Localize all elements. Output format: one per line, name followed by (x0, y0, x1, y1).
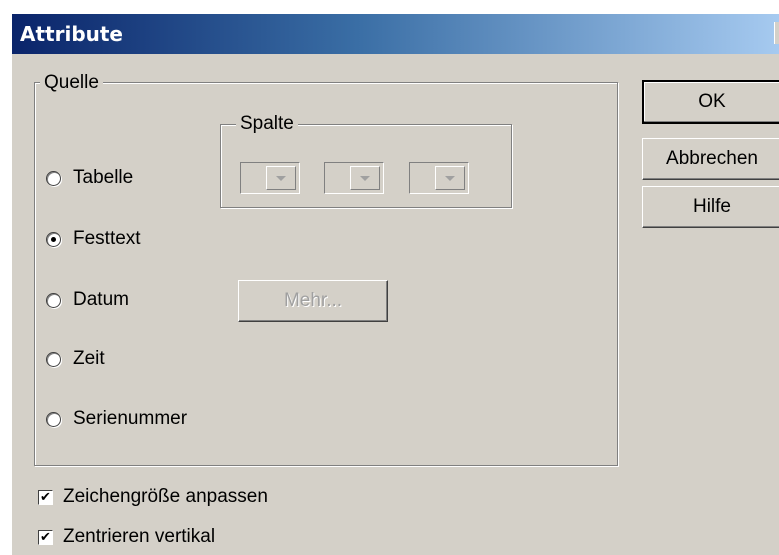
quelle-group-label: Quelle (40, 72, 103, 94)
checkmark-icon[interactable]: ✔ (38, 489, 53, 505)
more-button[interactable]: Mehr... (238, 280, 388, 322)
checkmark-icon[interactable]: ✔ (38, 529, 53, 545)
radio-circle-selected[interactable] (46, 231, 61, 247)
checkbox-zeichengroesse[interactable]: ✔ Zeichengröße anpassen (38, 484, 268, 510)
chevron-down-icon (435, 166, 465, 190)
radio-festtext[interactable]: Festtext (46, 225, 141, 253)
radio-serienummer-label: Serienummer (73, 408, 188, 429)
radio-serienummer[interactable]: Serienummer (46, 405, 187, 433)
radio-zeit[interactable]: Zeit (46, 345, 105, 373)
spalte-dropdown-2[interactable] (324, 162, 384, 194)
spalte-group-label: Spalte (236, 113, 298, 135)
radio-festtext-label: Festtext (73, 228, 141, 249)
ok-button[interactable]: OK (642, 80, 779, 124)
window-title: Attribute (20, 22, 123, 46)
spalte-dropdown-3[interactable] (409, 162, 469, 194)
radio-circle[interactable] (46, 351, 61, 367)
spalte-dropdown-1[interactable] (240, 162, 300, 194)
radio-zeit-label: Zeit (73, 348, 105, 369)
radio-circle[interactable] (46, 292, 61, 308)
attribute-dialog: Attribute Quelle Spalte Tabelle Festtext… (12, 14, 779, 555)
radio-circle[interactable] (46, 170, 61, 186)
title-bar[interactable]: Attribute (12, 14, 779, 54)
checkbox-zeichengroesse-label: Zeichengröße anpassen (63, 486, 268, 507)
close-button-fragment[interactable] (774, 22, 779, 44)
cancel-button[interactable]: Abbrechen (642, 138, 779, 180)
checkbox-zentrieren-label: Zentrieren vertikal (63, 526, 216, 547)
help-button[interactable]: Hilfe (642, 186, 779, 228)
chevron-down-icon (266, 166, 296, 190)
checkbox-zentrieren[interactable]: ✔ Zentrieren vertikal (38, 524, 215, 550)
chevron-down-icon (350, 166, 380, 190)
radio-circle[interactable] (46, 411, 61, 427)
radio-tabelle-label: Tabelle (73, 167, 134, 188)
radio-datum[interactable]: Datum (46, 286, 129, 314)
radio-tabelle[interactable]: Tabelle (46, 164, 133, 192)
radio-datum-label: Datum (73, 289, 129, 310)
